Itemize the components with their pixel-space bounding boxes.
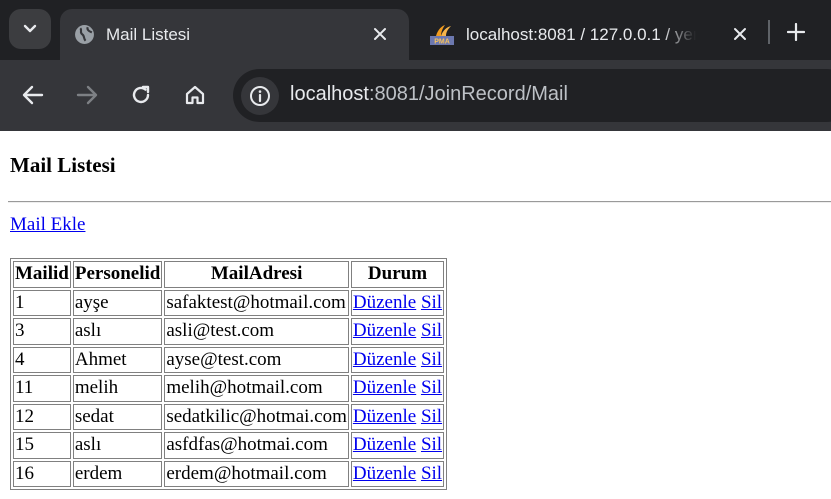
cell-mail-address: erdem@hotmail.com [164, 460, 349, 487]
cell-personelid: melih [72, 375, 163, 402]
cell-durum: Düzenle Sil [350, 375, 445, 402]
cell-personelid: aslı [72, 432, 163, 459]
cell-mailid: 4 [13, 346, 71, 373]
header-mailid: Mailid [13, 261, 71, 288]
delete-link[interactable]: Sil [421, 320, 442, 341]
cell-durum: Düzenle Sil [350, 289, 445, 316]
edit-link[interactable]: Düzenle [353, 463, 416, 484]
cell-personelid: ayşe [72, 289, 163, 316]
edit-link[interactable]: Düzenle [353, 434, 416, 455]
table-row: 3 aslı asli@test.com Düzenle Sil [13, 318, 445, 345]
tab-separator [768, 20, 770, 44]
edit-link[interactable]: Düzenle [353, 349, 416, 370]
back-button[interactable] [20, 82, 46, 108]
cell-mail-address: sedatkilic@hotmai.com [164, 403, 349, 430]
address-bar[interactable]: localhost:8081/JoinRecord/Mail [233, 69, 831, 122]
cell-personelid: erdem [72, 460, 163, 487]
delete-link[interactable]: Sil [421, 463, 442, 484]
browser-toolbar: localhost:8081/JoinRecord/Mail [0, 60, 831, 131]
header-personelid: Personelid [72, 261, 163, 288]
delete-link[interactable]: Sil [421, 406, 442, 427]
edit-link[interactable]: Düzenle [353, 377, 416, 398]
reload-button[interactable] [128, 82, 154, 108]
cell-mailid: 1 [13, 289, 71, 316]
cell-personelid: aslı [72, 318, 163, 345]
table-row: 4 Ahmet ayse@test.com Düzenle Sil [13, 346, 445, 373]
page-title: Mail Listesi [10, 153, 116, 177]
forward-button[interactable] [74, 82, 100, 108]
tab-search-button[interactable] [9, 9, 51, 49]
cell-mailid: 12 [13, 403, 71, 430]
cell-mailid: 16 [13, 460, 71, 487]
tab-mail-listesi[interactable]: Mail Listesi [60, 9, 409, 60]
home-button[interactable] [182, 82, 208, 108]
table-row: 15 aslı asfdfas@hotmai.com Düzenle Sil [13, 432, 445, 459]
svg-text:PMA: PMA [434, 38, 450, 45]
cell-mail-address: safaktest@hotmail.com [164, 289, 349, 316]
add-mail-link[interactable]: Mail Ekle [10, 214, 85, 236]
chevron-down-icon [23, 24, 37, 33]
close-icon [734, 28, 746, 40]
table-row: 1 ayşe safaktest@hotmail.com Düzenle Sil [13, 289, 445, 316]
cell-durum: Düzenle Sil [350, 346, 445, 373]
url-path: :8081/JoinRecord/Mail [368, 83, 568, 105]
delete-link[interactable]: Sil [421, 377, 442, 398]
table-row: 16 erdem erdem@hotmail.com Düzenle Sil [13, 460, 445, 487]
browser-chrome: Mail Listesi PMA localhost:8081 / 127.0.… [0, 0, 831, 131]
cell-durum: Düzenle Sil [350, 318, 445, 345]
plus-icon [787, 23, 805, 41]
tab-phpmyadmin[interactable]: PMA localhost:8081 / 127.0.0.1 / yeni [415, 9, 765, 60]
cell-mail-address: ayse@test.com [164, 346, 349, 373]
table-body: 1 ayşe safaktest@hotmail.com Düzenle Sil 3 as… [13, 289, 445, 487]
table-header-row: Mailid Personelid MailAdresi Durum [13, 261, 445, 288]
arrow-right-icon [76, 85, 98, 105]
tab-title: Mail Listesi [106, 24, 191, 44]
cell-mail-address: asli@test.com [164, 318, 349, 345]
home-icon [185, 85, 205, 105]
cell-mail-address: asfdfas@hotmai.com [164, 432, 349, 459]
tab-title: localhost:8081 / 127.0.0.1 / yeni [466, 24, 696, 44]
new-tab-button[interactable] [783, 19, 809, 45]
mail-table: Mailid Personelid MailAdresi Durum 1 ayşe… [10, 258, 448, 490]
delete-link[interactable]: Sil [421, 349, 442, 370]
reload-icon [132, 85, 150, 104]
tab-close-button[interactable] [370, 24, 390, 44]
cell-personelid: Ahmet [72, 346, 163, 373]
cell-mail-address: melih@hotmail.com [164, 375, 349, 402]
cell-mailid: 3 [13, 318, 71, 345]
info-icon [250, 86, 270, 106]
cell-durum: Düzenle Sil [350, 403, 445, 430]
edit-link[interactable]: Düzenle [353, 292, 416, 313]
table-row: 12 sedat sedatkilic@hotmai.com Düzenle Sil [13, 403, 445, 430]
header-durum: Durum [350, 261, 445, 288]
arrow-left-icon [22, 85, 44, 105]
header-mailadresi: MailAdresi [164, 261, 349, 288]
cell-personelid: sedat [72, 403, 163, 430]
cell-durum: Düzenle Sil [350, 432, 445, 459]
delete-link[interactable]: Sil [421, 292, 442, 313]
delete-link[interactable]: Sil [421, 434, 442, 455]
site-info-button[interactable] [241, 77, 279, 115]
phpmyadmin-icon: PMA [430, 24, 454, 45]
address-url[interactable]: localhost:8081/JoinRecord/Mail [290, 83, 568, 106]
edit-link[interactable]: Düzenle [353, 406, 416, 427]
tab-strip: Mail Listesi PMA localhost:8081 / 127.0.… [0, 0, 831, 60]
globe-icon [75, 25, 94, 44]
cell-mailid: 15 [13, 432, 71, 459]
tab-close-button[interactable] [730, 24, 750, 44]
url-host: localhost [290, 83, 369, 105]
cell-durum: Düzenle Sil [350, 460, 445, 487]
close-icon [374, 28, 386, 40]
edit-link[interactable]: Düzenle [353, 320, 416, 341]
table-row: 11 melih melih@hotmail.com Düzenle Sil [13, 375, 445, 402]
divider [8, 201, 831, 203]
cell-mailid: 11 [13, 375, 71, 402]
